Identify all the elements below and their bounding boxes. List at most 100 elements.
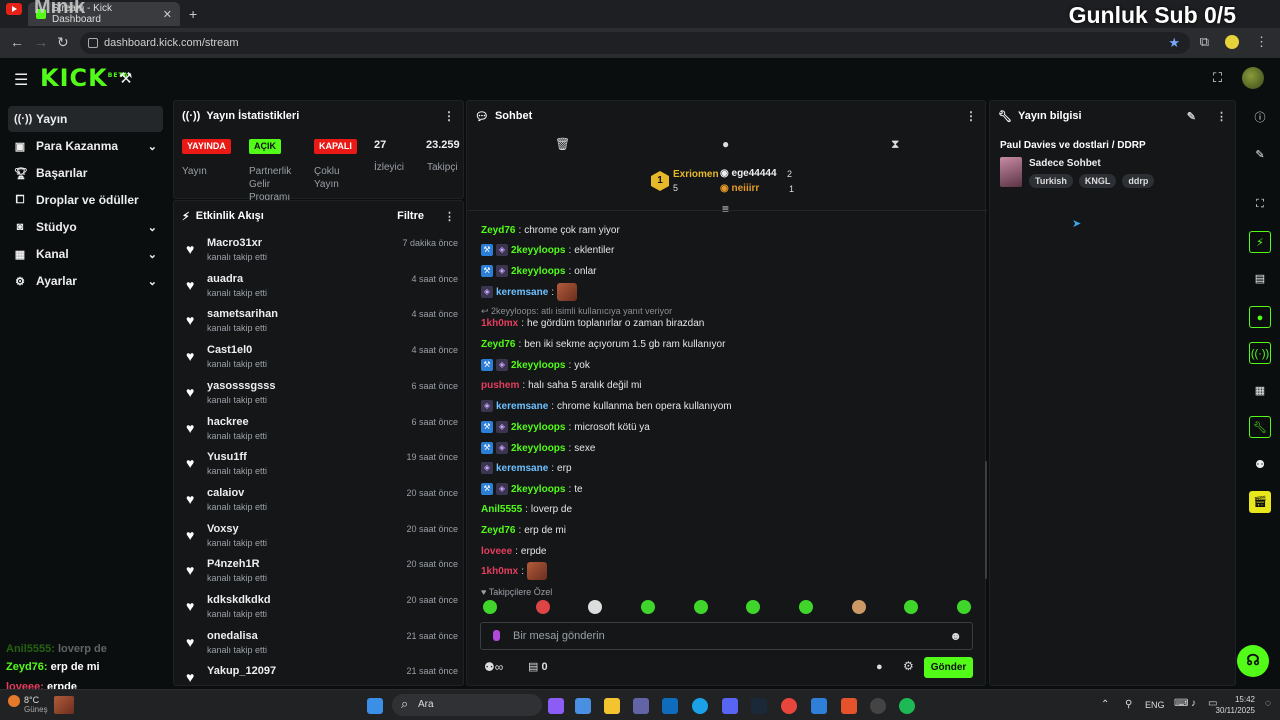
follower-name[interactable]: Cast1el0 (207, 344, 252, 356)
chat-bubble-icon[interactable]: ● (876, 661, 883, 673)
more-options-icon[interactable]: ⋮ (965, 109, 977, 123)
chat-username[interactable]: Zeyd76 (481, 525, 515, 536)
layout-icon[interactable]: ▦ (1249, 380, 1271, 402)
list-item[interactable]: ♥ calaiov kanalı takip etti 20 saat önce (182, 485, 458, 521)
info-icon[interactable]: ⓘ (1249, 107, 1271, 129)
follower-name[interactable]: Macro31xr (207, 237, 262, 249)
sidebar-item-droplar[interactable]: ⧠ Droplar ve ödüller (8, 187, 163, 213)
emote-icon[interactable] (957, 600, 971, 614)
community-icon[interactable]: ⚉∞ (484, 660, 503, 674)
filter-button[interactable]: Filtre (397, 210, 424, 222)
sidebar-item-basarilar[interactable]: 🏆︎ Başarılar (8, 160, 163, 186)
follower-name[interactable]: onedalisa (207, 630, 258, 642)
bookmark-star-icon[interactable]: ★ (1168, 32, 1180, 54)
chat-username[interactable]: keremsane (496, 463, 548, 474)
gifter-name[interactable]: ◉ ege44444 (720, 168, 777, 179)
spotify-icon[interactable] (899, 698, 915, 714)
trash-icon[interactable]: 🗑︎ (555, 137, 570, 151)
chat-username[interactable]: 2keyyloops (511, 484, 565, 495)
chat-message[interactable]: ⚒ ◈ 2keyyloops: te (481, 481, 583, 497)
chat-username[interactable]: Zeyd76 (481, 339, 515, 350)
outlook-icon[interactable] (662, 698, 678, 714)
chat-message[interactable]: ◈ keremsane: (481, 283, 578, 301)
chat-username[interactable]: 1kh0mx (481, 566, 518, 577)
more-options-icon[interactable]: ⋮ (1216, 110, 1227, 123)
collapse-icon[interactable]: ≡ (722, 202, 729, 216)
list-item[interactable]: ♥ Yusu1ff kanalı takip etti 19 saat önce (182, 449, 458, 485)
chat-username[interactable]: 1kh0mx (481, 318, 518, 329)
notification-bell-icon[interactable]: ◌ (1265, 698, 1271, 709)
creator-tools-icon[interactable]: ⚒ (119, 69, 132, 87)
gifter-name[interactable]: ◉ neiiirr (720, 183, 759, 194)
chat-username[interactable]: pushem (481, 380, 519, 391)
chat-bubble-icon[interactable]: ● (722, 137, 729, 151)
emote-icon[interactable] (641, 600, 655, 614)
chat-message[interactable]: Anil5555: loverp de (481, 501, 572, 517)
emote-icon[interactable] (536, 600, 550, 614)
chat-message[interactable]: pushem: halı saha 5 aralık değil mi (481, 377, 642, 393)
emote-icon[interactable] (588, 600, 602, 614)
chat-message[interactable]: ⚒ ◈ 2keyyloops: eklentiler (481, 242, 614, 258)
chat-username[interactable]: 2keyyloops (511, 245, 565, 256)
edit-pencil-icon[interactable]: ✎ (1187, 110, 1196, 123)
avatar[interactable] (1242, 67, 1264, 89)
obs-icon[interactable] (870, 698, 886, 714)
sidebar-item-para-kazanma[interactable]: ▣ Para Kazanma ⌄ (8, 133, 163, 159)
emote-icon[interactable] (483, 600, 497, 614)
chat-message[interactable]: 1kh0mx: (481, 562, 548, 580)
broadcast-icon[interactable]: ((·)) (1249, 342, 1271, 364)
list-item[interactable]: ♥ Yakup_12097 21 saat önce (182, 663, 458, 685)
chat-scrollbar[interactable] (985, 461, 987, 579)
close-tab-icon[interactable]: ✕ (163, 8, 172, 21)
chat-username[interactable]: Anil5555 (481, 504, 522, 515)
follower-name[interactable]: hackree (207, 416, 249, 428)
edge-icon[interactable] (692, 698, 708, 714)
lightning-icon[interactable]: ⚡︎ (1249, 231, 1271, 253)
list-item[interactable]: ♥ sametsarihan kanalı takip etti 4 saat önc… (182, 306, 458, 342)
forward-icon[interactable]: → (34, 34, 48, 50)
category-name[interactable]: Sadece Sohbet (1029, 158, 1101, 169)
back-icon[interactable]: ← (10, 34, 24, 50)
network-icon[interactable]: ⌨ (1174, 698, 1188, 709)
list-item[interactable]: ♥ Voxsy kanalı takip etti 20 saat önce (182, 521, 458, 557)
gear-icon[interactable]: ⚙ (903, 659, 914, 673)
follower-name[interactable]: kdkskdkdkd (207, 594, 271, 606)
leaderboard-name[interactable]: Exriomen (673, 169, 719, 180)
taskbar-search[interactable]: Ara (392, 693, 542, 716)
follower-name[interactable]: yasosssgsss (207, 380, 276, 392)
wrench-icon[interactable]: 🔧︎ (1249, 416, 1271, 438)
teams-icon[interactable] (633, 698, 649, 714)
windows-start-icon[interactable] (367, 698, 383, 714)
follower-name[interactable]: auadra (207, 273, 243, 285)
hourglass-icon[interactable]: ⧗ (891, 137, 899, 152)
file-explorer-icon[interactable] (604, 698, 620, 714)
chat-message[interactable]: ◈ keremsane: chrome kullanma ben opera ku… (481, 398, 732, 414)
language-indicator[interactable]: ENG (1145, 700, 1165, 710)
sidebar-item-kanal[interactable]: ▦ Kanal ⌄ (8, 241, 163, 267)
clapper-icon[interactable]: 🎬︎ (1249, 491, 1271, 513)
chat-username[interactable]: 2keyyloops (511, 422, 565, 433)
list-item[interactable]: ♥ yasosssgsss kanalı takip etti 6 saat önce (182, 378, 458, 414)
emote-icon[interactable] (694, 600, 708, 614)
chat-message[interactable]: 1kh0mx: he gördüm toplanırlar o zaman bi… (481, 315, 704, 331)
site-info-icon[interactable] (88, 38, 98, 48)
follower-name[interactable]: Yusu1ff (207, 451, 247, 463)
chrome-icon[interactable] (781, 698, 797, 714)
copilot-icon[interactable] (548, 698, 564, 714)
list-item[interactable]: ♥ kdkskdkdkd kanalı takip etti 20 saat önce (182, 592, 458, 628)
new-tab-button[interactable]: + (189, 6, 197, 22)
mic-tray-icon[interactable]: ⚲ (1125, 699, 1132, 710)
chat-username[interactable]: keremsane (496, 401, 548, 412)
chat-input[interactable]: Bir mesaj gönderin ☻ (480, 622, 973, 650)
chat-username[interactable]: keremsane (496, 287, 548, 298)
follower-name[interactable]: P4nzeh1R (207, 558, 260, 570)
steam-icon[interactable] (751, 698, 767, 714)
emote-icon[interactable] (746, 600, 760, 614)
chat-bubble-icon[interactable]: ● (1249, 306, 1271, 328)
chat-message[interactable]: loveee: erpde (481, 543, 547, 559)
list-item[interactable]: ♥ Cast1el0 kanalı takip etti 4 saat önce (182, 342, 458, 378)
emote-icon[interactable] (904, 600, 918, 614)
emoji-icon[interactable]: ☻ (949, 623, 962, 649)
url-field[interactable]: dashboard.kick.com/stream ★ (80, 32, 1190, 54)
chat-username[interactable]: 2keyyloops (511, 443, 565, 454)
